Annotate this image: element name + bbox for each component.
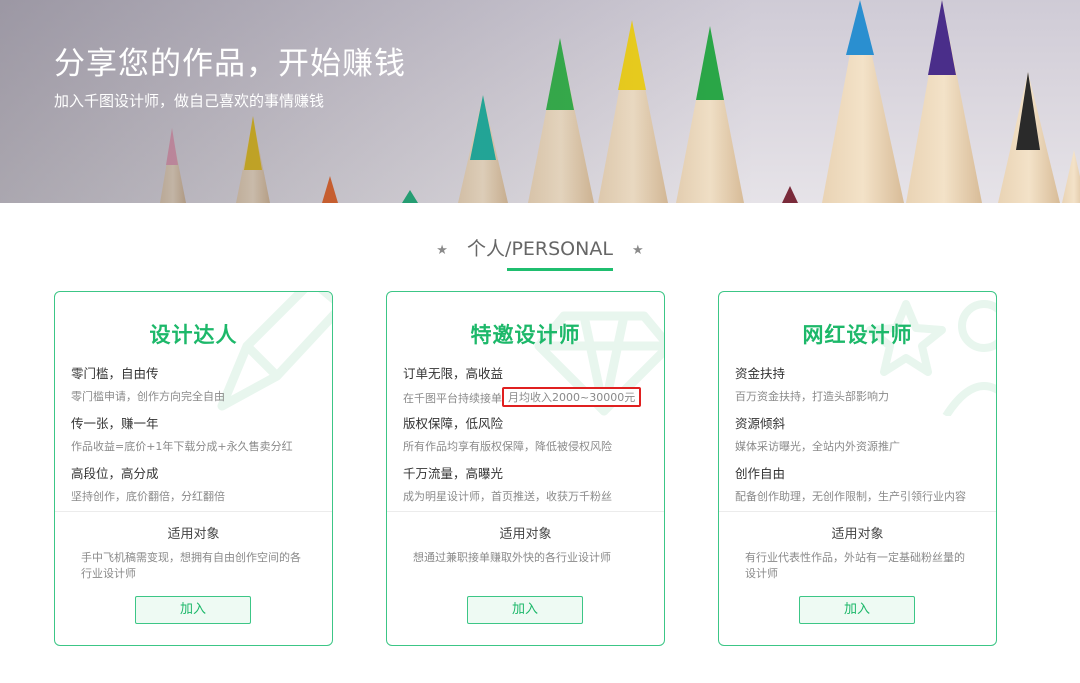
section-heading: ★ 个人/PERSONAL ★	[0, 234, 1080, 271]
card-title: 特邀设计师	[470, 323, 581, 347]
section-title: 个人/PERSONAL	[467, 234, 613, 271]
feature-desc-text: 在千图平台持续接单	[403, 392, 502, 405]
join-button[interactable]: 加入	[799, 596, 915, 624]
card-title: 设计达人	[149, 323, 238, 347]
audience-label: 适用对象	[167, 527, 220, 542]
audience-label: 适用对象	[499, 527, 552, 542]
card-title: 网红设计师	[802, 323, 913, 347]
feature-desc: 坚持创作，底价翻倍，分红翻倍	[71, 490, 225, 503]
feature-title: 千万流量，高曝光	[403, 466, 504, 481]
feature-desc: 百万资金扶持，打造头部影响力	[735, 390, 889, 403]
feature-item: 千万流量，高曝光 成为明星设计师，首页推送，收获万千粉丝	[403, 463, 658, 504]
star-icon: ★	[436, 243, 448, 258]
plan-card-invited-designer: 特邀设计师 订单无限，高收益 在千图平台持续接单 月均收入2000~30000元 …	[386, 291, 665, 646]
feature-item: 传一张，赚一年 作品收益=底价+1年下载分成+永久售卖分红	[71, 413, 326, 454]
hero-banner: 分享您的作品，开始赚钱 加入千图设计师，做自己喜欢的事情赚钱	[0, 0, 1080, 203]
feature-desc: 成为明星设计师，首页推送，收获万千粉丝	[403, 490, 612, 503]
feature-title: 版权保障，低风险	[403, 416, 504, 431]
audience-desc: 手中飞机稿需变现，想拥有自由创作空间的各行业设计师	[81, 551, 301, 580]
audience-desc: 有行业代表性作品，外站有一定基础粉丝量的设计师	[745, 551, 965, 580]
plan-card-design-expert: 设计达人 零门槛，自由传 零门槛申请，创作方向完全自由 传一张，赚一年 作品收益…	[54, 291, 333, 646]
feature-title: 资金扶持	[735, 366, 786, 381]
hero-title: 分享您的作品，开始赚钱	[54, 46, 406, 82]
plan-card-influencer-designer: 网红设计师 资金扶持 百万资金扶持，打造头部影响力 资源倾斜 媒体采访曝光，全站…	[718, 291, 997, 646]
feature-item: 资金扶持 百万资金扶持，打造头部影响力	[735, 363, 990, 404]
feature-title: 高段位，高分成	[71, 466, 159, 481]
feature-title: 传一张，赚一年	[71, 416, 159, 431]
audience-label: 适用对象	[831, 527, 884, 542]
join-button[interactable]: 加入	[135, 596, 251, 624]
card-divider	[387, 511, 664, 512]
feature-item: 高段位，高分成 坚持创作，底价翻倍，分红翻倍	[71, 463, 326, 504]
card-divider	[55, 511, 332, 512]
audience-desc: 想通过兼职接单赚取外快的各行业设计师	[413, 551, 611, 564]
feature-desc: 作品收益=底价+1年下载分成+永久售卖分红	[71, 440, 293, 453]
star-icon: ★	[632, 243, 644, 258]
feature-item: 订单无限，高收益 在千图平台持续接单 月均收入2000~30000元	[403, 363, 658, 408]
feature-item: 创作自由 配备创作助理，无创作限制，生产引领行业内容	[735, 463, 990, 504]
feature-desc: 零门槛申请，创作方向完全自由	[71, 390, 225, 403]
feature-desc: 配备创作助理，无创作限制，生产引领行业内容	[735, 490, 966, 503]
feature-desc: 在千图平台持续接单 月均收入2000~30000元	[403, 387, 658, 408]
feature-title: 创作自由	[735, 466, 786, 481]
feature-item: 资源倾斜 媒体采访曝光，全站内外资源推广	[735, 413, 990, 454]
income-highlight: 月均收入2000~30000元	[502, 387, 642, 407]
feature-title: 资源倾斜	[735, 416, 786, 431]
feature-item: 版权保障，低风险 所有作品均享有版权保障，降低被侵权风险	[403, 413, 658, 454]
join-button[interactable]: 加入	[467, 596, 583, 624]
card-divider	[719, 511, 996, 512]
hero-subtitle: 加入千图设计师，做自己喜欢的事情赚钱	[54, 92, 325, 110]
feature-desc: 媒体采访曝光，全站内外资源推广	[735, 440, 900, 453]
feature-title: 零门槛，自由传	[71, 366, 159, 381]
feature-title: 订单无限，高收益	[403, 366, 504, 381]
feature-item: 零门槛，自由传 零门槛申请，创作方向完全自由	[71, 363, 326, 404]
feature-desc: 所有作品均享有版权保障，降低被侵权风险	[403, 440, 612, 453]
